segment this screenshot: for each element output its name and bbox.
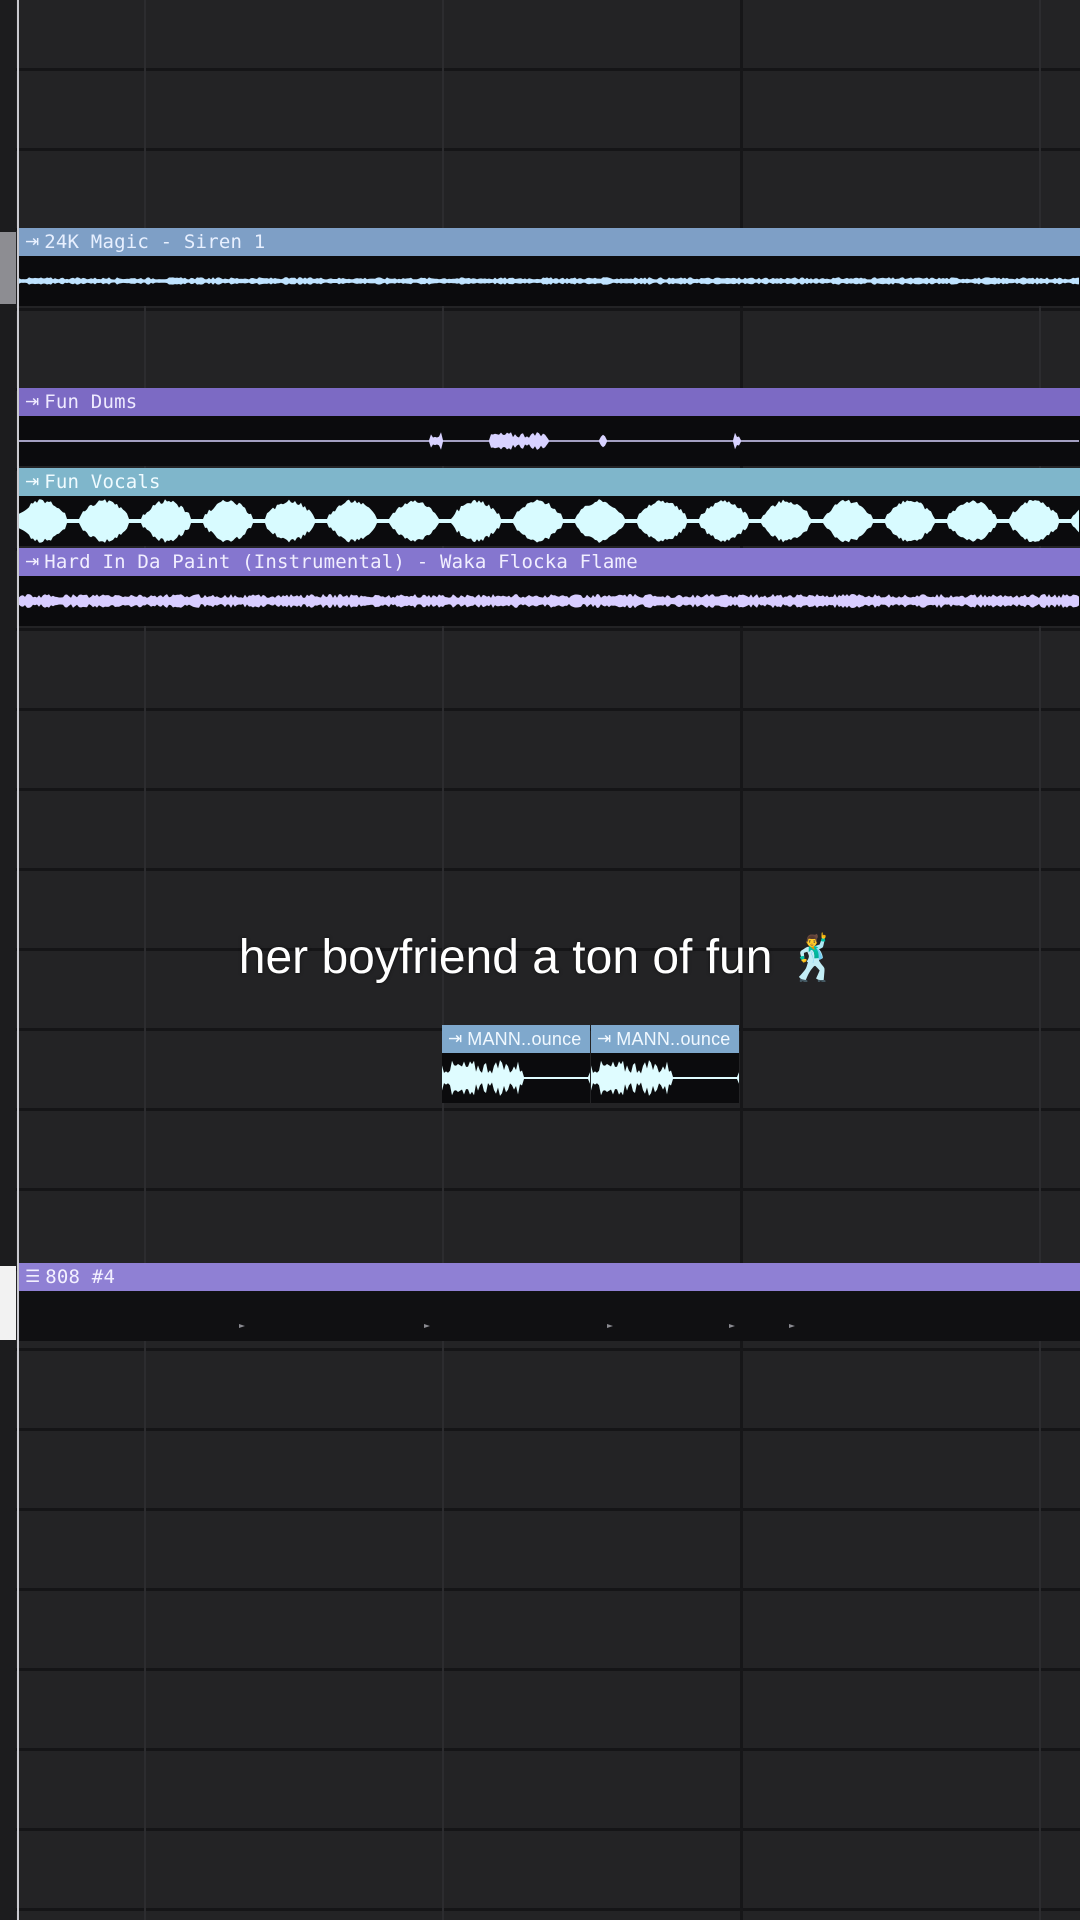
lane-divider: [0, 788, 1080, 791]
clip-waveform-area: [19, 416, 1080, 466]
clip-waveform-area: [442, 1053, 590, 1103]
clip-header[interactable]: ⇥ Fun Vocals: [19, 468, 1080, 496]
clip-waveform: [19, 594, 1079, 608]
lane-divider: [0, 1908, 1080, 1911]
audio-clip-icon: ⇥: [25, 471, 40, 492]
clip-title: MANN..ounce: [616, 1028, 731, 1049]
clip-title: 24K Magic - Siren 1: [44, 231, 266, 253]
track-selector[interactable]: [0, 232, 16, 304]
lane-divider: [0, 1508, 1080, 1511]
clip-waveform-area: [19, 256, 1080, 306]
lane-divider: [0, 868, 1080, 871]
clip-waveform: [19, 432, 1079, 450]
clip-header[interactable]: ⇥ MANN..ounce: [442, 1025, 590, 1053]
clip-title: Fun Vocals: [44, 471, 161, 493]
clip-header[interactable]: ☰ 808 #4: [19, 1263, 1080, 1291]
track-selector[interactable]: [0, 1266, 16, 1340]
lane-divider: [0, 1748, 1080, 1751]
audio-clip-icon: ⇥: [597, 1028, 612, 1049]
dancing-man-emoji: 🕺: [786, 932, 842, 984]
audio-clip-icon: ⇥: [25, 551, 40, 572]
video-caption: her boyfriend a ton of fun 🕺: [0, 930, 1080, 985]
clip-header[interactable]: ⇥ Fun Dums: [19, 388, 1080, 416]
caption-text: her boyfriend a ton of fun: [238, 931, 773, 984]
lane-divider: [0, 1668, 1080, 1671]
clip-title: 808 #4: [45, 1266, 116, 1288]
clip-waveform-area: [19, 496, 1080, 546]
audio-clip-icon: ⇥: [25, 391, 40, 412]
lane-divider: [0, 1828, 1080, 1831]
pattern-clip-808[interactable]: ☰ 808 #4: [19, 1263, 1080, 1341]
audio-clip-siren[interactable]: ⇥ 24K Magic - Siren 1: [19, 228, 1080, 306]
pattern-clip-icon: ☰: [25, 1266, 41, 1287]
lane-divider: [0, 1108, 1080, 1111]
clip-header[interactable]: ⇥ 24K Magic - Siren 1: [19, 228, 1080, 256]
lane-divider: [0, 1588, 1080, 1591]
playlist-grid[interactable]: ⇥ 24K Magic - Siren 1 ⇥ Fun Dums ⇥ Fun V…: [0, 0, 1080, 1920]
clip-note-ticks: [239, 1324, 795, 1328]
clip-header[interactable]: ⇥ MANN..ounce: [591, 1025, 739, 1053]
lane-divider: [0, 148, 1080, 151]
clip-title: Hard In Da Paint (Instrumental) - Waka F…: [44, 551, 638, 573]
clip-waveform-area: [591, 1053, 739, 1103]
lane-divider: [0, 308, 1080, 311]
audio-clip-mann-2[interactable]: ⇥ MANN..ounce: [591, 1025, 739, 1103]
clip-title: MANN..ounce: [467, 1028, 582, 1049]
audio-clip-vocals[interactable]: ⇥ Fun Vocals: [19, 468, 1080, 546]
lane-divider: [0, 68, 1080, 71]
lane-divider: [0, 628, 1080, 631]
clip-title: Fun Dums: [44, 391, 138, 413]
audio-clip-instrumental[interactable]: ⇥ Hard In Da Paint (Instrumental) - Waka…: [19, 548, 1080, 626]
clip-waveform: [19, 499, 1079, 543]
lane-divider: [0, 1188, 1080, 1191]
lane-divider: [0, 1348, 1080, 1351]
clip-waveform: [591, 1060, 739, 1096]
lane-divider: [0, 1428, 1080, 1431]
audio-clip-mann-1[interactable]: ⇥ MANN..ounce: [442, 1025, 590, 1103]
clip-waveform-area: [19, 576, 1080, 626]
clip-notes-area: [19, 1291, 1080, 1341]
audio-clip-icon: ⇥: [25, 231, 40, 252]
clip-header[interactable]: ⇥ Hard In Da Paint (Instrumental) - Waka…: [19, 548, 1080, 576]
lane-divider: [0, 708, 1080, 711]
clip-waveform: [19, 277, 1079, 285]
audio-clip-drums[interactable]: ⇥ Fun Dums: [19, 388, 1080, 466]
clip-waveform: [442, 1060, 590, 1096]
audio-clip-icon: ⇥: [448, 1028, 463, 1049]
